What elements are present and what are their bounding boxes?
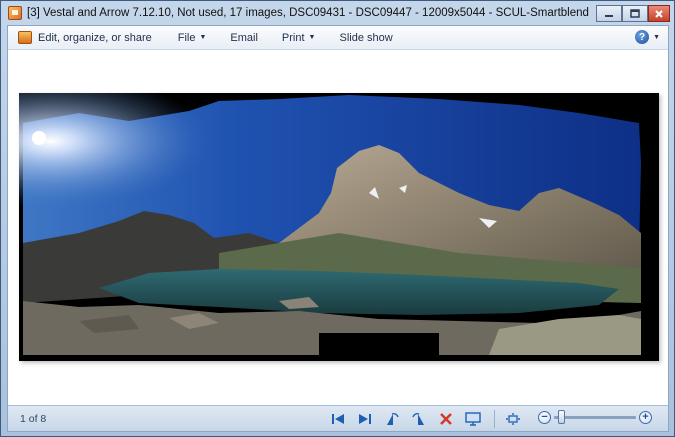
image-counter: 1 of 8 <box>20 413 47 425</box>
close-icon <box>655 9 663 18</box>
rotate-right-button[interactable] <box>407 409 431 429</box>
next-icon <box>359 414 371 424</box>
main-area: Edit, organize, or share File ▼ Email Pr… <box>7 25 669 432</box>
previous-button[interactable] <box>326 409 350 429</box>
edit-menu-label: Edit, organize, or share <box>38 31 152 44</box>
actual-size-icon <box>506 413 520 425</box>
maximize-icon <box>630 9 640 18</box>
print-menu[interactable]: Print ▼ <box>270 26 328 50</box>
zoom-control: − + <box>538 410 652 424</box>
email-menu-label: Email <box>230 31 258 44</box>
menu-bar: Edit, organize, or share File ▼ Email Pr… <box>8 26 668 50</box>
slideshow-menu[interactable]: Slide show <box>327 26 404 50</box>
zoom-in-button[interactable]: + <box>639 411 652 424</box>
photo-viewer[interactable] <box>8 51 668 404</box>
photo-gallery-window: [3] Vestal and Arrow 7.12.10, Not used, … <box>0 0 675 437</box>
photo-gallery-icon[interactable] <box>8 6 22 20</box>
window-controls <box>596 5 670 22</box>
delete-icon <box>440 413 452 425</box>
minimize-button[interactable] <box>596 5 622 22</box>
rotate-left-button[interactable] <box>380 409 404 429</box>
slideshow-icon <box>465 412 481 426</box>
print-menu-label: Print <box>281 31 305 44</box>
chevron-down-icon: ▼ <box>308 34 316 41</box>
window-title: [3] Vestal and Arrow 7.12.10, Not used, … <box>27 7 591 19</box>
edit-icon <box>18 31 32 44</box>
zoom-slider-thumb[interactable] <box>558 410 565 424</box>
email-menu[interactable]: Email <box>218 26 270 50</box>
maximize-button[interactable] <box>622 5 648 22</box>
actual-size-button[interactable] <box>501 409 525 429</box>
next-button[interactable] <box>353 409 377 429</box>
previous-icon <box>332 414 344 424</box>
file-menu[interactable]: File ▼ <box>164 26 219 50</box>
zoom-out-button[interactable]: − <box>538 411 551 424</box>
edit-organize-share-menu[interactable]: Edit, organize, or share <box>8 26 164 50</box>
chevron-down-icon: ▼ <box>199 34 207 41</box>
panorama-photo[interactable] <box>19 93 659 361</box>
toolbar-separator <box>494 410 495 428</box>
navigation-toolbar <box>326 409 528 429</box>
slideshow-button[interactable] <box>461 409 485 429</box>
zoom-in-icon: + <box>642 411 649 423</box>
file-menu-label: File <box>177 31 196 44</box>
help-icon: ? <box>635 30 650 44</box>
help-button[interactable]: ? ▼ <box>635 30 660 44</box>
rotate-left-icon <box>387 412 399 425</box>
panorama-image <box>19 93 659 361</box>
zoom-out-icon: − <box>541 411 548 423</box>
title-bar[interactable]: [3] Vestal and Arrow 7.12.10, Not used, … <box>1 1 674 25</box>
status-bar: 1 of 8 − + <box>8 405 668 431</box>
delete-button[interactable] <box>434 409 458 429</box>
minimize-icon <box>605 14 613 17</box>
slideshow-menu-label: Slide show <box>339 31 393 44</box>
close-button[interactable] <box>648 5 670 22</box>
zoom-slider[interactable] <box>554 410 636 424</box>
chevron-down-icon: ▼ <box>653 33 660 41</box>
rotate-right-icon <box>412 412 424 425</box>
